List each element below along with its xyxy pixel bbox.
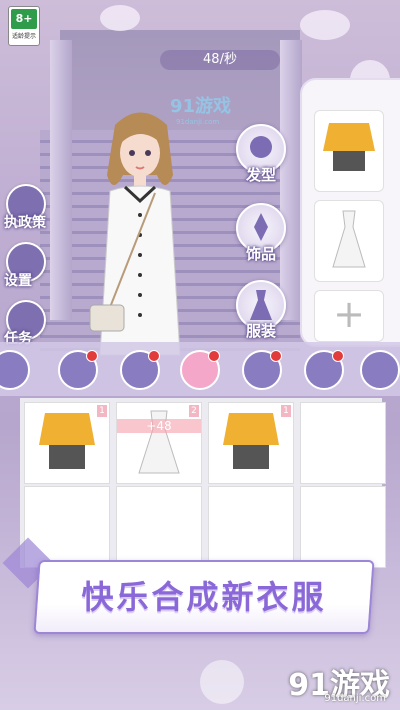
petal bbox=[100, 5, 140, 31]
grid-cell[interactable] bbox=[116, 486, 202, 568]
age-rating-badge: 8+ 适龄提示 bbox=[8, 6, 40, 46]
income-overlay: +48 bbox=[117, 419, 201, 433]
category-tab-bar bbox=[0, 342, 400, 396]
category-accessory-button[interactable]: 饰品 bbox=[236, 203, 286, 263]
menu-settings-label: 设置 bbox=[4, 273, 32, 289]
category-hair-label: 发型 bbox=[245, 166, 276, 184]
grid-cell[interactable] bbox=[208, 486, 294, 568]
tab-hair[interactable] bbox=[58, 350, 98, 390]
footer-url: 91danji.com bbox=[324, 693, 386, 704]
tab-dress[interactable] bbox=[180, 350, 220, 390]
category-hair-button[interactable]: 发型 bbox=[236, 124, 286, 184]
petal bbox=[300, 10, 350, 40]
menu-policy-button[interactable]: 执政策 bbox=[0, 180, 60, 231]
grid-cell[interactable]: 1 bbox=[208, 402, 294, 484]
tab-accessory[interactable] bbox=[120, 350, 160, 390]
menu-settings-button[interactable]: 设置 bbox=[0, 238, 60, 289]
tab-more[interactable] bbox=[360, 350, 400, 390]
menu-tasks-button[interactable]: 任务 bbox=[0, 296, 60, 347]
grid-cell[interactable] bbox=[300, 402, 386, 484]
item-side-panel: + bbox=[300, 78, 400, 347]
side-item-white-dress[interactable] bbox=[314, 200, 384, 282]
dress-icon bbox=[332, 210, 366, 268]
badge-dot bbox=[86, 350, 98, 362]
tab-top[interactable] bbox=[242, 350, 282, 390]
category-dress-label: 服装 bbox=[245, 322, 276, 340]
level-tag: 1 bbox=[97, 405, 107, 417]
crest-icon bbox=[200, 660, 244, 704]
badge-dot bbox=[332, 350, 344, 362]
category-dress-button[interactable]: 服装 bbox=[236, 280, 286, 340]
grid-cell[interactable]: +48 2 bbox=[116, 402, 202, 484]
level-tag: 1 bbox=[281, 405, 291, 417]
tab-all[interactable] bbox=[0, 350, 30, 390]
age-caption: 适龄提示 bbox=[11, 33, 36, 40]
side-add-button[interactable]: + bbox=[314, 290, 384, 342]
hoodie-icon bbox=[323, 123, 375, 171]
age-rating: 8+ bbox=[11, 9, 37, 29]
plus-icon: + bbox=[333, 292, 365, 336]
side-item-yellow-hoodie[interactable] bbox=[314, 110, 384, 192]
badge-dot bbox=[208, 350, 220, 362]
grid-cell[interactable]: 1 bbox=[24, 402, 110, 484]
character-avatar[interactable] bbox=[85, 105, 195, 365]
category-accessory-label: 饰品 bbox=[245, 245, 276, 263]
level-tag: 2 bbox=[189, 405, 199, 417]
grid-cell[interactable] bbox=[300, 486, 386, 568]
menu-policy-label: 执政策 bbox=[4, 215, 46, 231]
merge-grid: 1 +48 2 1 bbox=[20, 398, 386, 568]
badge-dot bbox=[148, 350, 160, 362]
badge-dot bbox=[270, 350, 282, 362]
income-rate: 48/秒 bbox=[160, 50, 280, 70]
tab-shoes[interactable] bbox=[304, 350, 344, 390]
promo-banner: 快乐合成新衣服 bbox=[33, 560, 375, 634]
banner-text: 快乐合成新衣服 bbox=[81, 578, 327, 616]
